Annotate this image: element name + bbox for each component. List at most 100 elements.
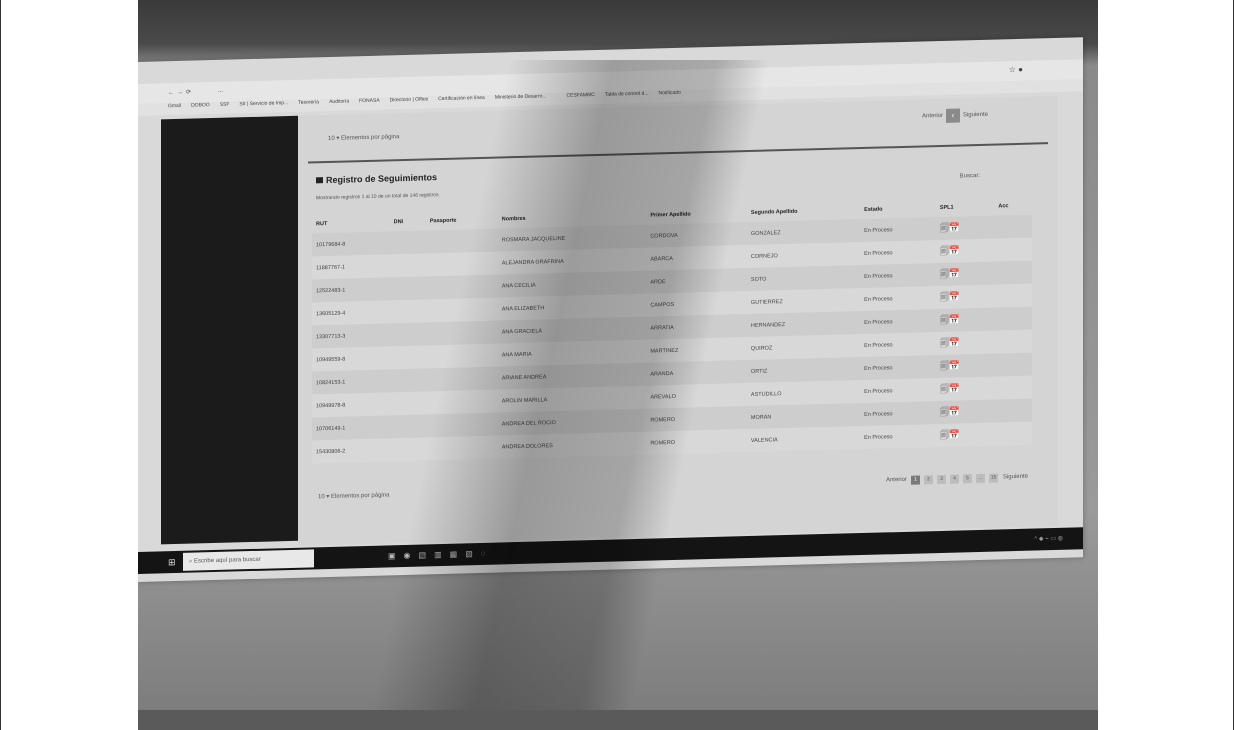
cell-pasaporte	[425, 297, 498, 323]
address-bar[interactable]: ...	[218, 88, 223, 94]
document-icon[interactable]: 🗐	[940, 429, 949, 439]
cell-dni	[389, 414, 426, 439]
bookmark-item[interactable]: DOBOO	[191, 102, 210, 108]
bookmark-item[interactable]: FONASA	[359, 98, 380, 105]
row-actions: 🗐📅	[935, 422, 995, 448]
column-header[interactable]: DNI	[390, 212, 426, 231]
cell-estado: En Proceso	[860, 309, 936, 335]
cell-estado: En Proceso	[860, 263, 936, 289]
photo-bottom-edge	[138, 710, 1098, 730]
row-actions: 🗐📅	[935, 261, 995, 287]
chevron-down-icon: ▾	[336, 135, 340, 142]
cell-rut: 15430806-2	[312, 438, 390, 464]
cell-segundo: QUIROZ	[746, 334, 861, 361]
next-button-top[interactable]: Siguiente	[963, 112, 988, 119]
pager: Anterior 1 2 3 4 5... 15 Siguiente	[886, 473, 1028, 486]
document-icon[interactable]: 🗐	[940, 245, 949, 255]
bookmark-item[interactable]: Certificación en línea	[438, 95, 485, 102]
cell-pasaporte	[425, 343, 498, 369]
cell-dni	[389, 230, 426, 255]
bookmark-item[interactable]: Auditoría	[329, 98, 349, 105]
cell-pasaporte	[425, 435, 498, 461]
cell-primer: CAMPOS	[646, 291, 747, 317]
per-page-select-bottom[interactable]: 10 ▾ Elementos por página	[318, 491, 389, 500]
bookmark-item[interactable]: Tesorería	[298, 99, 319, 106]
bookmark-item[interactable]: SSF	[220, 102, 230, 108]
calendar-icon[interactable]: 📅	[949, 429, 960, 439]
system-tray[interactable]: ^ ◆ ⌁ ▭ ◍	[1034, 535, 1063, 543]
column-header[interactable]: SPL1	[936, 198, 995, 218]
bookmark-star-icon[interactable]: ☆ ●	[1009, 65, 1023, 74]
bookmark-item[interactable]: Ministerio de Desarro...	[495, 93, 547, 100]
column-header[interactable]: Acc	[994, 197, 1032, 216]
document-icon[interactable]: 🗐	[940, 383, 949, 393]
calendar-icon[interactable]: 📅	[949, 245, 960, 255]
column-header[interactable]: RUT	[312, 213, 390, 233]
next-button-bottom[interactable]: Siguiente	[1003, 474, 1028, 481]
page-button[interactable]: 2	[923, 475, 933, 485]
calendar-icon[interactable]: 📅	[949, 383, 960, 393]
document-icon[interactable]: 🗐	[940, 360, 949, 370]
page-button[interactable]: 5	[962, 474, 972, 484]
bottom-pagination: 10 ▾ Elementos por página Anterior 1 2 3 4 5.…	[298, 468, 1058, 508]
prev-button-bottom[interactable]: Anterior	[886, 477, 907, 484]
per-page-select-top[interactable]: 10 ▾ Elementos por página	[328, 133, 399, 142]
bookmark-item[interactable]: Gmail	[168, 103, 181, 109]
cell-pasaporte	[425, 320, 498, 346]
chevron-down-icon: ▾	[326, 493, 330, 501]
bookmark-item[interactable]: Directorio | Office	[390, 96, 428, 103]
calendar-icon[interactable]: 📅	[949, 268, 960, 278]
cell-dni	[389, 345, 426, 370]
cell-primer: AREVALO	[646, 383, 747, 409]
bookmark-item[interactable]: CESFAMMC	[567, 92, 595, 99]
column-header[interactable]: Pasaporte	[426, 211, 498, 231]
windows-start-icon[interactable]: ⊞	[168, 557, 176, 568]
document-icon[interactable]: 🗐	[940, 291, 949, 301]
prev-button-top[interactable]: Anterior	[922, 113, 943, 120]
bookmark-item[interactable]: Tabla de control d...	[605, 91, 649, 98]
document-icon[interactable]: 🗐	[940, 337, 949, 347]
document-icon[interactable]: 🗐	[940, 406, 949, 416]
calendar-icon[interactable]: 📅	[949, 406, 960, 416]
cell-primer: ARDE	[646, 268, 747, 294]
cell-primer: ROMERO	[646, 429, 747, 455]
page-button[interactable]: ...	[975, 473, 985, 484]
document-icon[interactable]: 🗐	[940, 268, 949, 278]
cell-segundo: MORAN	[746, 403, 861, 430]
cell-primer: ABARCA	[646, 245, 747, 271]
page-button[interactable]: 15	[988, 473, 998, 483]
cell-acc	[994, 421, 1032, 446]
sidebar	[161, 115, 298, 545]
page-button[interactable]: 3	[936, 474, 946, 485]
page-button[interactable]: 1	[910, 475, 920, 485]
document-icon[interactable]: 🗐	[940, 314, 949, 324]
calendar-icon[interactable]: 📅	[949, 291, 960, 301]
cell-primer: MARTINEZ	[646, 337, 747, 363]
column-header[interactable]: Estado	[860, 199, 936, 219]
calendar-icon[interactable]: 📅	[949, 222, 960, 232]
cell-acc	[994, 260, 1032, 285]
cell-dni	[389, 299, 426, 324]
taskbar-app-icons[interactable]: ▣◉▤▥▦▧◌	[388, 549, 494, 561]
calendar-icon[interactable]: 📅	[949, 314, 960, 324]
bookmark-item[interactable]: Notificado	[659, 90, 681, 97]
taskbar-search-input[interactable]: ⌕ Escribe aquí para buscar	[183, 549, 314, 571]
cell-dni	[389, 322, 426, 347]
cell-pasaporte	[425, 366, 498, 392]
calendar-icon[interactable]: 📅	[949, 337, 960, 347]
bookmark-item[interactable]: SII | Servicio de Imp...	[239, 100, 288, 107]
row-actions: 🗐📅	[935, 330, 995, 356]
followup-table: RUT DNI Pasaporte Nombres Primer Apellido Seg…	[312, 197, 1032, 464]
page-button-top[interactable]: ‹	[946, 108, 960, 123]
cell-estado: En Proceso	[860, 378, 936, 404]
cell-estado: En Proceso	[860, 240, 936, 266]
cell-primer: ARANDA	[646, 360, 747, 386]
main-content: 10 ▾ Elementos por página Anterior ‹ Sig…	[298, 95, 1058, 546]
cell-estado: En Proceso	[860, 217, 936, 243]
page-button[interactable]: 4	[949, 474, 959, 484]
cell-segundo: SOTO	[746, 265, 861, 292]
calendar-icon[interactable]: 📅	[949, 360, 960, 370]
document-icon[interactable]: 🗐	[940, 222, 949, 232]
browser-nav-icons[interactable]: ←→⟳	[168, 89, 194, 97]
scan-border-left	[0, 0, 1, 730]
